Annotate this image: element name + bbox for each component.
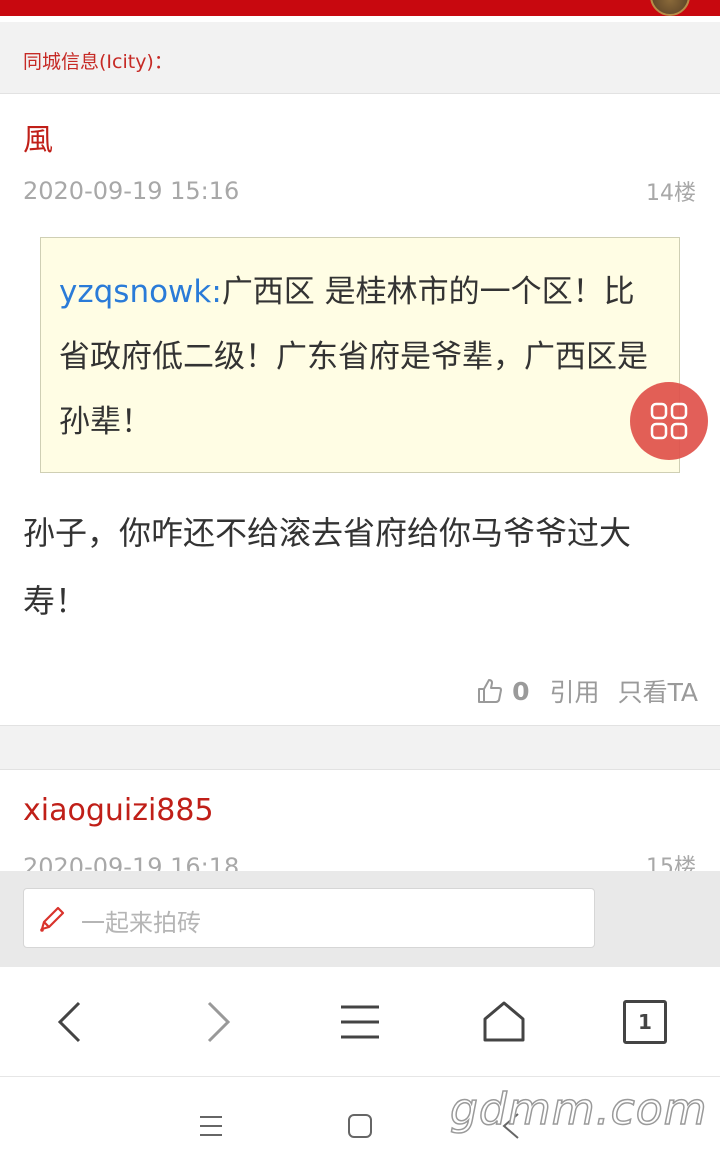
post-author[interactable]: 風 [23, 115, 53, 159]
quote-button[interactable]: 引用 [550, 673, 600, 709]
recent-apps-icon[interactable] [198, 1114, 224, 1138]
post-floor-15: xiaoguizi885 2020-09-19 16:18 15楼 [0, 771, 720, 871]
apps-grid-button[interactable] [630, 382, 708, 460]
post-actions: 0 引用 只看TA [476, 673, 698, 709]
post-date: 2020-09-19 16:18 [23, 853, 240, 871]
apps-grid-icon [650, 402, 688, 440]
section-title[interactable]: 同城信息(Icity)： [23, 47, 173, 74]
post-floor: 15楼 [646, 855, 696, 871]
reply-bar: 一起来拍砖 [0, 871, 720, 967]
like-count: 0 [512, 676, 530, 706]
post-floor-14: 風 2020-09-19 15:16 14楼 yzqsnowk:广西区 是桂林市… [0, 95, 720, 725]
post-date: 2020-09-19 15:16 [23, 177, 240, 205]
tabs-icon[interactable]: 1 [623, 1000, 667, 1044]
only-ta-button[interactable]: 只看TA [618, 673, 698, 709]
post-floor: 14楼 [646, 181, 696, 206]
avatar[interactable] [650, 0, 690, 16]
tabs-count: 1 [638, 1010, 652, 1034]
quote-user[interactable]: yzqsnowk: [59, 274, 222, 310]
back-icon[interactable] [46, 997, 96, 1047]
post-body: 孙子，你咋还不给滚去省府给你马爷爷过大寿！ [23, 514, 632, 620]
like-icon[interactable] [476, 677, 504, 705]
menu-icon[interactable] [335, 997, 385, 1047]
pencil-icon [40, 906, 65, 932]
post-divider [0, 725, 720, 770]
top-bar [0, 0, 720, 16]
home-icon[interactable] [479, 997, 529, 1047]
browser-toolbar: 1 [0, 967, 720, 1077]
section-header: 同城信息(Icity)： [0, 22, 720, 94]
watermark-text: gdmm.com [449, 1083, 708, 1136]
overview-icon[interactable] [347, 1113, 373, 1139]
post-author[interactable]: xiaoguizi885 [23, 793, 214, 828]
forward-icon[interactable] [192, 997, 242, 1047]
quoted-reply: yzqsnowk:广西区 是桂林市的一个区！比省政府低二级！广东省府是爷辈，广西… [40, 237, 680, 473]
reply-placeholder: 一起来拍砖 [81, 909, 201, 937]
reply-input[interactable]: 一起来拍砖 [23, 888, 595, 948]
